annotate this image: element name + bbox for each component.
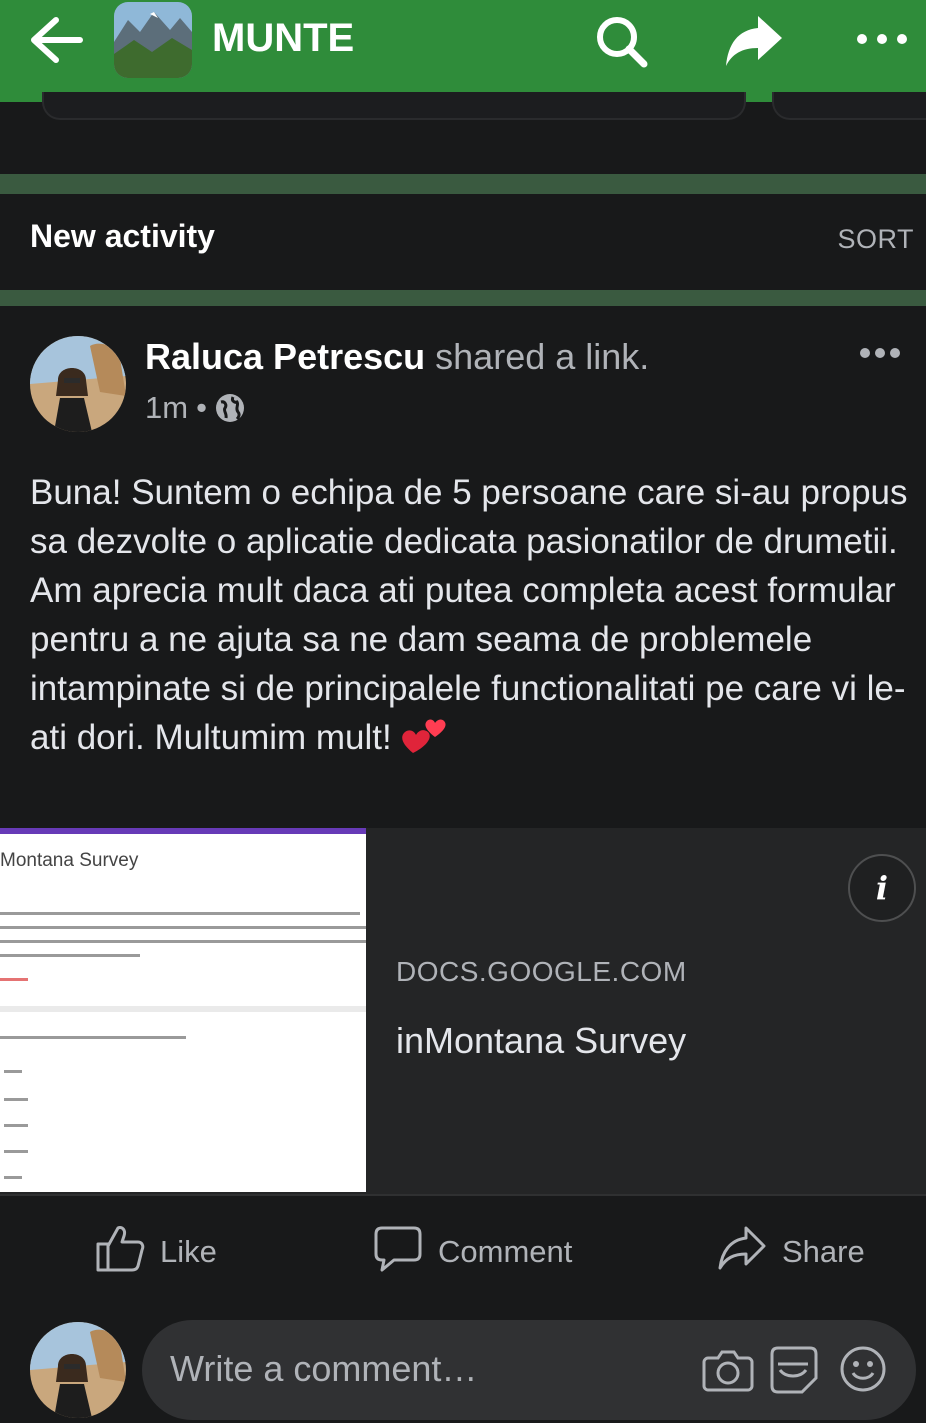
post-time[interactable]: 1m <box>145 390 188 426</box>
thumbnail-option-line <box>4 1070 22 1073</box>
share-label: Share <box>782 1234 865 1269</box>
like-button[interactable]: Like <box>94 1222 217 1282</box>
gif-sticker-icon[interactable] <box>768 1344 820 1396</box>
info-icon[interactable]: i <box>848 854 916 922</box>
thumbnail-title: Montana Survey <box>0 850 139 871</box>
feed-post: Raluca Petrescu shared a link. 1m • Buna… <box>0 306 926 1423</box>
comment-input[interactable]: Write a comment… <box>142 1320 916 1420</box>
sort-button[interactable]: SORT <box>837 224 914 255</box>
post-options-icon[interactable] <box>858 342 902 364</box>
post-action-text: shared a link. <box>425 336 650 377</box>
section-title: New activity <box>30 218 215 254</box>
avatar[interactable] <box>30 336 126 432</box>
link-thumbnail[interactable]: Montana Survey <box>0 828 366 1192</box>
group-name[interactable]: MUNTE <box>212 16 354 61</box>
section-divider <box>0 174 926 194</box>
comment-placeholder: Write a comment… <box>170 1348 478 1389</box>
thumbs-up-icon <box>94 1222 146 1282</box>
camera-icon[interactable] <box>702 1344 754 1396</box>
meta-separator: • <box>196 390 207 425</box>
thumbnail-text-line <box>0 940 366 943</box>
avatar[interactable] <box>30 1322 126 1418</box>
activity-header: New activity SORT <box>0 194 926 290</box>
thumbnail-option-line <box>4 1098 28 1101</box>
top-app-bar: MUNTE <box>0 0 926 102</box>
thumbnail-text-line <box>0 954 140 957</box>
previous-card-edge <box>772 92 926 120</box>
group-avatar[interactable] <box>114 2 192 78</box>
two-hearts-icon <box>401 713 449 757</box>
globe-icon <box>215 393 245 423</box>
thumbnail-question-line <box>0 1036 186 1039</box>
author-name[interactable]: Raluca Petrescu <box>145 336 425 377</box>
link-domain: DOCS.GOOGLE.COM <box>396 956 687 987</box>
post-meta: 1m • <box>145 390 245 426</box>
section-divider <box>0 290 926 306</box>
thumbnail-option-line <box>4 1150 28 1153</box>
post-text: Buna! Suntem o echipa de 5 persoane care… <box>30 468 920 762</box>
thumbnail-text-line <box>0 926 366 929</box>
thumbnail-text-line <box>0 912 360 915</box>
share-arrow-icon <box>716 1222 768 1282</box>
search-icon[interactable] <box>592 12 652 70</box>
link-title[interactable]: inMontana Survey <box>396 1020 686 1062</box>
share-arrow-icon[interactable] <box>722 12 786 70</box>
post-body: Buna! Suntem o echipa de 5 persoane care… <box>30 473 918 757</box>
emoji-icon[interactable] <box>838 1344 888 1394</box>
thumbnail-required-mark <box>0 978 28 981</box>
like-label: Like <box>160 1234 217 1269</box>
thumbnail-accent-bar <box>0 828 366 834</box>
thumbnail-option-line <box>4 1176 22 1179</box>
post-action-bar: Like Comment Share <box>0 1196 926 1300</box>
back-arrow-icon[interactable] <box>26 14 88 66</box>
comment-button[interactable]: Comment <box>372 1222 572 1282</box>
more-dots-icon[interactable] <box>852 24 912 54</box>
speech-bubble-icon <box>372 1222 424 1282</box>
previous-card-edge <box>42 92 746 120</box>
share-button[interactable]: Share <box>716 1222 865 1282</box>
thumbnail-divider <box>0 1006 366 1012</box>
link-preview-card[interactable]: Montana Survey i DOCS.GOOGLE.COM inMonta… <box>0 828 926 1194</box>
comment-label: Comment <box>438 1234 573 1269</box>
post-author-line: Raluca Petrescu shared a link. <box>145 336 649 378</box>
thumbnail-option-line <box>4 1124 28 1127</box>
